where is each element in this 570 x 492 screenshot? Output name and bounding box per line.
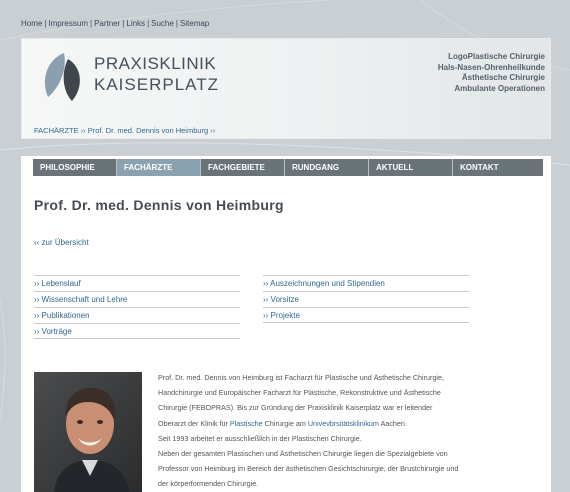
nav-fachaerzte[interactable]: FACHÄRZTE (117, 159, 201, 176)
link-universitaetsklinikum[interactable]: Univevbrsitätsklinikum (308, 419, 379, 428)
nav-fachgebiete[interactable]: FACHGEBIETE (201, 159, 285, 176)
nav-aktuell[interactable]: AKTUELL (369, 159, 453, 176)
bio-line: Oberarzt der Klinik für Plastische Chiru… (158, 418, 407, 428)
page-title: Prof. Dr. med. Dennis von Heimburg (34, 197, 284, 213)
link-vorsitze[interactable]: ›› Vorsitze (263, 291, 469, 307)
bio-line: der körperformenden Chirurgie. (158, 479, 259, 489)
nav-kontakt[interactable]: KONTAKT (453, 159, 543, 176)
main-navigation: PHILOSOPHIE FACHÄRZTE FACHGEBIETE RUNDGA… (33, 159, 543, 176)
biography-text: Prof. Dr. med. Dennis von Heimburg ist F… (158, 370, 548, 492)
specialty-item: LogoPlastische Chirurgie (448, 52, 545, 61)
top-nav-suche[interactable]: Suche (151, 19, 174, 28)
link-wissenschaft-und-lehre[interactable]: ›› Wissenschaft und Lehre (34, 291, 240, 307)
specialty-item: Ambulante Operationen (454, 83, 545, 93)
link-vortraege[interactable]: ›› Vorträge (34, 323, 240, 339)
top-nav-sitemap[interactable]: Sitemap (180, 19, 209, 28)
bio-line: Handchirurgie und Europäischer Facharzt … (158, 388, 441, 398)
link-plastische[interactable]: Plastische (230, 419, 263, 428)
nav-philosophie[interactable]: PHILOSOPHIE (33, 159, 117, 176)
link-auszeichnungen[interactable]: ›› Auszeichnungen und Stipendien (263, 275, 469, 291)
section-links-right: ›› Auszeichnungen und Stipendien ›› Vors… (263, 275, 469, 323)
doctor-portrait (34, 372, 142, 492)
clinic-name[interactable]: PRAXISKLINIK KAISERPLATZ (94, 53, 219, 95)
top-nav-home[interactable]: Home (21, 19, 42, 28)
section-links-left: ›› Lebenslauf ›› Wissenschaft und Lehre … (34, 275, 240, 339)
top-nav-impressum[interactable]: Impressum (48, 19, 88, 28)
nav-rundgang[interactable]: RUNDGANG (285, 159, 369, 176)
bio-line: Seit 1993 arbeitet er ausschließlich in … (158, 433, 362, 443)
specialty-item: Hals-Nasen-Ohrenheilkunde (437, 62, 545, 72)
bio-line: Chirurgie (FEBOPRAS). Bis zur Gründung d… (158, 403, 433, 413)
breadcrumb[interactable]: FACHÄRZTE ›› Prof. Dr. med. Dennis von H… (34, 126, 215, 135)
top-navigation: Home | Impressum | Partner | Links | Suche | Sitem… (21, 19, 210, 28)
clinic-logo-icon[interactable] (34, 49, 90, 105)
specialty-item: Ästhetische Chirurgie (461, 73, 545, 82)
link-projekte[interactable]: ›› Projekte (263, 307, 469, 323)
bio-line: Neben der gesamten Plastischen und Ästhe… (158, 449, 448, 459)
link-lebenslauf[interactable]: ›› Lebenslauf (34, 275, 240, 291)
bio-line: Prof. Dr. med. Dennis von Heimburg ist F… (158, 373, 445, 382)
bio-line: Professor von Heimburg im Bereich der äs… (158, 464, 459, 474)
site-header: PRAXISKLINIK KAISERPLATZ LogoPlastische … (21, 38, 551, 139)
top-nav-partner[interactable]: Partner (94, 19, 120, 28)
clinic-name-line2: KAISERPLATZ (94, 75, 219, 94)
specialties-list: LogoPlastische Chirurgie Hals-Nasen-Ohre… (438, 52, 545, 94)
main-content: PHILOSOPHIE FACHÄRZTE FACHGEBIETE RUNDGA… (21, 156, 551, 492)
top-nav-links[interactable]: Links (126, 19, 145, 28)
clinic-name-line1: PRAXISKLINIK (94, 54, 217, 73)
back-to-overview-link[interactable]: ‹‹ zur Übersicht (34, 238, 89, 247)
link-publikationen[interactable]: ›› Publikationen (34, 307, 240, 323)
